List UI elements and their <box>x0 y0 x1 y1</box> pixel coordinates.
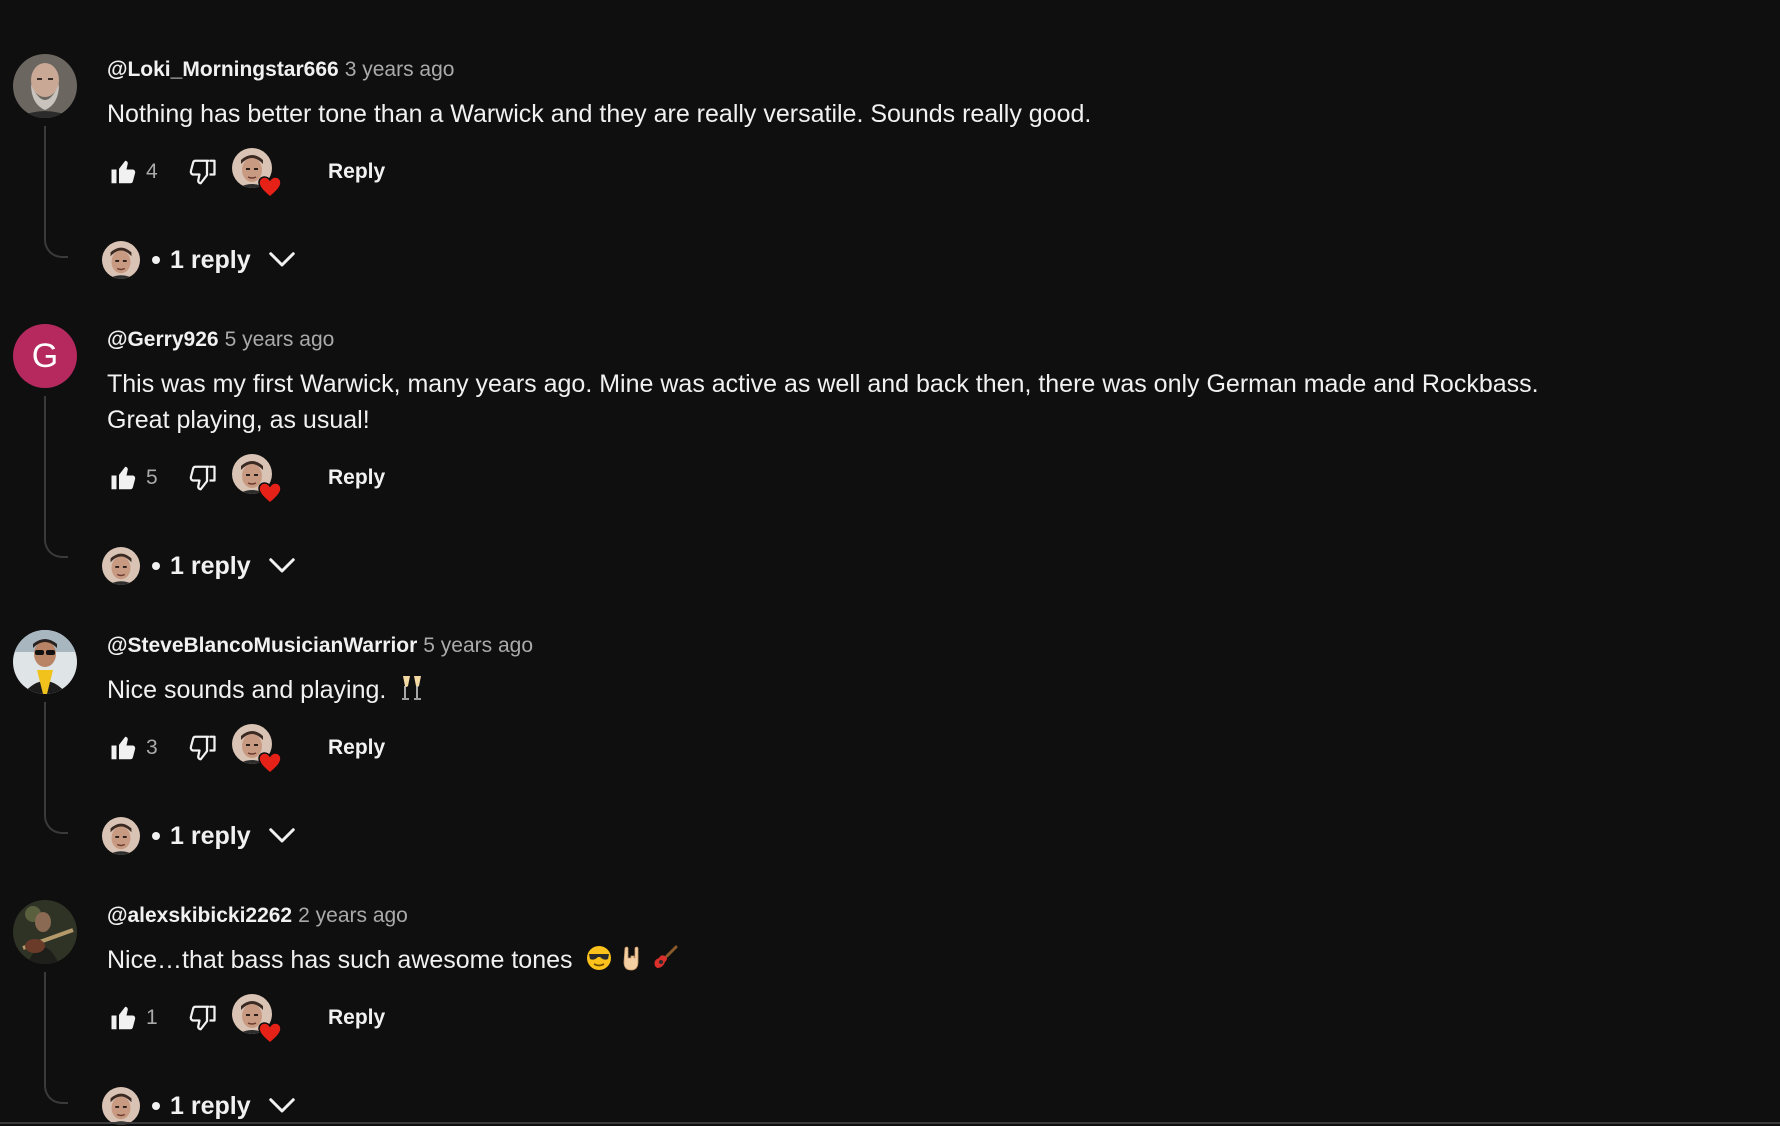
heart-icon <box>258 176 282 198</box>
dislike-button[interactable] <box>182 152 222 192</box>
comment-author[interactable]: @alexskibicki2262 <box>107 904 292 927</box>
reply-button[interactable]: Reply <box>320 730 393 766</box>
thread-connector <box>44 126 68 258</box>
bass-player-avatar-icon <box>13 900 77 964</box>
comment-text: This was my first Warwick, many years ag… <box>107 366 1607 438</box>
bottom-divider <box>0 1122 1780 1124</box>
like-count: 5 <box>146 466 158 489</box>
creator-heart-badge <box>232 148 280 196</box>
separator-dot <box>152 1102 160 1110</box>
view-replies-button[interactable]: 1 reply <box>102 238 297 282</box>
guitar-emoji <box>651 944 679 982</box>
creator-heart-badge <box>232 454 280 502</box>
comments-section: @Loki_Morningstar666 3 years ago Nothing … <box>0 0 1780 1126</box>
dislike-button[interactable] <box>182 998 222 1038</box>
man-sunglasses-avatar-icon <box>13 630 77 694</box>
heart-icon <box>258 1022 282 1044</box>
thumbs-up-icon <box>109 463 139 493</box>
comment-timestamp[interactable]: 2 years ago <box>298 904 408 927</box>
reply-button[interactable]: Reply <box>320 154 393 190</box>
comment-author[interactable]: @Gerry926 <box>107 328 219 351</box>
reply-button[interactable]: Reply <box>320 460 393 496</box>
reply-button[interactable]: Reply <box>320 1000 393 1036</box>
comment-text-line: Great playing, as usual! <box>107 406 370 434</box>
like-count: 4 <box>146 160 158 183</box>
comment-header: @SteveBlancoMusicianWarrior 5 years ago <box>107 634 533 658</box>
separator-dot <box>152 256 160 264</box>
like-button[interactable] <box>104 998 144 1038</box>
like-button[interactable] <box>104 152 144 192</box>
creator-avatar <box>102 241 140 279</box>
comment-author[interactable]: @SteveBlancoMusicianWarrior <box>107 634 417 657</box>
heart-icon <box>258 752 282 774</box>
thread-connector <box>44 972 68 1104</box>
like-button[interactable] <box>104 458 144 498</box>
comment-actions: 4 Reply <box>104 148 393 196</box>
creator-avatar <box>102 1087 140 1125</box>
comment-text: Nice…that bass has such awesome tones <box>107 942 1607 982</box>
comment-timestamp[interactable]: 3 years ago <box>345 58 455 81</box>
sunglasses-face-emoji <box>585 944 613 982</box>
chevron-down-icon <box>267 821 297 851</box>
dislike-button[interactable] <box>182 458 222 498</box>
like-count: 3 <box>146 736 158 759</box>
thumbs-up-icon <box>109 1003 139 1033</box>
thumbs-down-icon <box>187 733 217 763</box>
thread-connector <box>44 702 68 834</box>
comment-timestamp[interactable]: 5 years ago <box>225 328 335 351</box>
creator-avatar <box>102 547 140 585</box>
creator-heart-badge <box>232 724 280 772</box>
bearded-man-avatar-icon <box>13 54 77 118</box>
separator-dot <box>152 832 160 840</box>
comment-text-line: Nice…that bass has such awesome tones <box>107 946 580 974</box>
view-replies-button[interactable]: 1 reply <box>102 814 297 858</box>
thread-connector <box>44 396 68 558</box>
comment-timestamp[interactable]: 5 years ago <box>423 634 533 657</box>
chevron-down-icon <box>267 245 297 275</box>
comment-text: Nothing has better tone than a Warwick a… <box>107 96 1607 132</box>
thumbs-down-icon <box>187 1003 217 1033</box>
comment-actions: 3 Reply <box>104 724 393 772</box>
comment-actions: 5 Reply <box>104 454 393 502</box>
chevron-down-icon <box>267 1091 297 1121</box>
comment-header: @alexskibicki2262 2 years ago <box>107 904 408 928</box>
separator-dot <box>152 562 160 570</box>
creator-heart-badge <box>232 994 280 1042</box>
avatar[interactable] <box>13 54 77 118</box>
avatar[interactable] <box>13 900 77 964</box>
replies-count-label: 1 reply <box>170 245 251 274</box>
thumbs-up-icon <box>109 157 139 187</box>
rock-hand-emoji <box>619 944 645 982</box>
dislike-button[interactable] <box>182 728 222 768</box>
comment-actions: 1 Reply <box>104 994 393 1042</box>
view-replies-button[interactable]: 1 reply <box>102 1084 297 1126</box>
like-button[interactable] <box>104 728 144 768</box>
like-count: 1 <box>146 1006 158 1029</box>
comment-header: @Gerry926 5 years ago <box>107 328 334 352</box>
comment-text-line: Nothing has better tone than a Warwick a… <box>107 100 1092 128</box>
comment-header: @Loki_Morningstar666 3 years ago <box>107 58 454 82</box>
thumbs-down-icon <box>187 463 217 493</box>
comment-text-line: This was my first Warwick, many years ag… <box>107 370 1539 398</box>
heart-icon <box>258 482 282 504</box>
chevron-down-icon <box>267 551 297 581</box>
comment-author[interactable]: @Loki_Morningstar666 <box>107 58 339 81</box>
replies-count-label: 1 reply <box>170 551 251 580</box>
comment-text-line: Nice sounds and playing. <box>107 676 394 704</box>
avatar[interactable]: G <box>13 324 77 388</box>
view-replies-button[interactable]: 1 reply <box>102 544 297 588</box>
thumbs-down-icon <box>187 157 217 187</box>
avatar[interactable] <box>13 630 77 694</box>
replies-count-label: 1 reply <box>170 821 251 850</box>
replies-count-label: 1 reply <box>170 1091 251 1120</box>
champagne-glasses-emoji <box>399 674 425 712</box>
thumbs-up-icon <box>109 733 139 763</box>
creator-avatar <box>102 817 140 855</box>
comment-text: Nice sounds and playing. <box>107 672 1607 712</box>
